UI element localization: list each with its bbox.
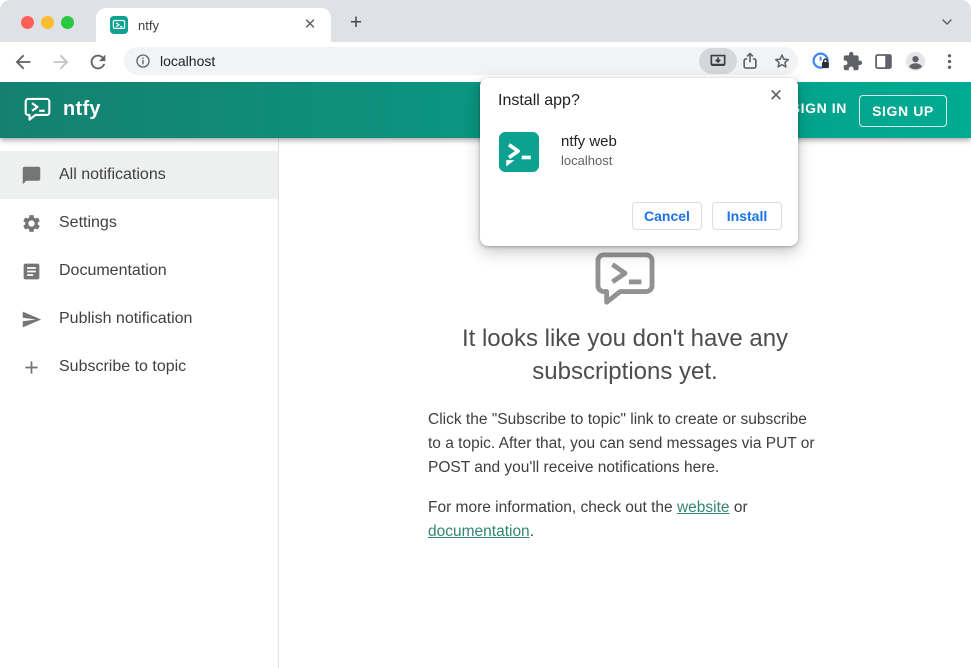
- sidebar-item-publish-notification[interactable]: Publish notification: [0, 295, 278, 343]
- install-app-button[interactable]: [699, 48, 737, 74]
- dialog-title: Install app?: [498, 92, 580, 109]
- sidebar-item-subscribe-to-topic[interactable]: Subscribe to topic: [0, 343, 278, 391]
- browser-window: ntfy ✕ + localhost ntfy SIGN IN SIGN UP …: [0, 0, 971, 668]
- share-icon[interactable]: [740, 51, 760, 71]
- window-close-button[interactable]: [21, 16, 34, 29]
- ntfy-brand: ntfy: [24, 97, 101, 122]
- app-title: ntfy: [63, 98, 101, 120]
- send-icon: [22, 311, 42, 327]
- forward-icon[interactable]: [50, 51, 72, 73]
- empty-state-instructions: Click the "Subscribe to topic" link to c…: [428, 408, 822, 480]
- window-minimize-button[interactable]: [41, 16, 54, 29]
- new-tab-button[interactable]: +: [344, 12, 368, 36]
- ntfy-app-icon: [499, 132, 539, 172]
- sidebar-item-all-notifications[interactable]: All notifications: [0, 151, 278, 199]
- tab-title: ntfy: [138, 18, 159, 33]
- ntfy-empty-state-logo-icon: [595, 252, 655, 305]
- tab-strip: ntfy ✕ +: [0, 0, 971, 42]
- sidebar-item-label: All notifications: [59, 166, 166, 183]
- install-app-icon: [710, 54, 726, 66]
- more-info-suffix: .: [529, 523, 534, 540]
- install-button[interactable]: Install: [712, 202, 782, 230]
- documentation-link[interactable]: documentation: [428, 523, 530, 540]
- cancel-button[interactable]: Cancel: [632, 202, 702, 230]
- article-icon: [23, 263, 40, 279]
- website-link[interactable]: website: [677, 499, 730, 516]
- bookmark-star-icon[interactable]: [772, 51, 792, 71]
- more-info-text: For more information, check out the webs…: [428, 496, 822, 544]
- privacy-extension-icon[interactable]: [811, 51, 832, 72]
- extensions-puzzle-icon[interactable]: [842, 51, 863, 72]
- browser-toolbar: localhost: [0, 42, 971, 80]
- chat-icon: [22, 166, 41, 184]
- more-info-prefix: For more information, check out the: [428, 499, 677, 516]
- install-app-dialog: Install app? ✕ ntfy web localhost Cancel…: [480, 78, 798, 246]
- instructions-text: Click the "Subscribe to topic" link to c…: [428, 411, 815, 476]
- gear-icon: [23, 214, 40, 232]
- sidebar-item-label: Settings: [59, 214, 117, 231]
- sidebar-item-settings[interactable]: Settings: [0, 199, 278, 247]
- empty-state-heading: It looks like you don't have any subscri…: [461, 325, 789, 385]
- navigation-sidebar: All notifications Settings Documentation…: [0, 138, 279, 668]
- sign-up-button[interactable]: SIGN UP: [859, 95, 947, 127]
- sidebar-item-label: Documentation: [59, 262, 167, 279]
- more-info-middle: or: [729, 499, 748, 516]
- sign-in-button[interactable]: SIGN IN: [791, 100, 847, 116]
- profile-avatar-icon[interactable]: [905, 51, 926, 72]
- dialog-app-origin: localhost: [561, 153, 613, 168]
- browser-tab-ntfy[interactable]: ntfy ✕: [96, 8, 331, 42]
- sidebar-item-label: Subscribe to topic: [59, 358, 187, 375]
- window-zoom-button[interactable]: [61, 16, 74, 29]
- site-info-icon[interactable]: [135, 53, 151, 69]
- dialog-close-icon[interactable]: ✕: [766, 86, 786, 106]
- sidebar-item-documentation[interactable]: Documentation: [0, 247, 278, 295]
- tab-search-chevron-down-icon[interactable]: [939, 14, 955, 30]
- plus-icon: [25, 360, 38, 374]
- side-panel-icon[interactable]: [873, 51, 894, 72]
- address-bar[interactable]: localhost: [124, 47, 798, 75]
- dialog-app-name: ntfy web: [561, 133, 617, 150]
- ntfy-favicon: [110, 16, 128, 34]
- ntfy-logo-icon: [24, 97, 51, 121]
- browser-menu-kebab-icon[interactable]: [939, 51, 960, 72]
- sidebar-item-label: Publish notification: [59, 310, 193, 327]
- tab-close-icon[interactable]: ✕: [301, 16, 319, 34]
- reload-icon[interactable]: [87, 51, 109, 73]
- url-text: localhost: [160, 53, 216, 69]
- back-icon[interactable]: [12, 51, 34, 73]
